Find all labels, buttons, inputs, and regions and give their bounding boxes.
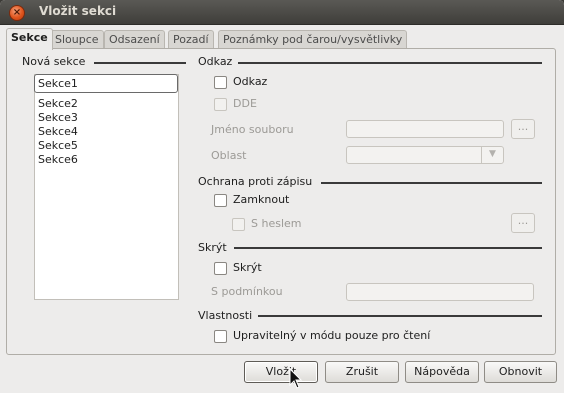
tab-odsazeni[interactable]: Odsazení — [104, 30, 165, 49]
dde-checkbox — [214, 98, 227, 111]
area-label: Oblast — [211, 149, 247, 162]
tab-pozadi[interactable]: Pozadí — [168, 30, 214, 49]
lock-checkbox[interactable] — [214, 194, 227, 207]
tab-poznamky[interactable]: Poznámky pod čarou/vysvětlivky — [218, 30, 408, 49]
list-item[interactable]: Sekce5 — [38, 139, 78, 153]
properties-divider — [258, 315, 542, 317]
mouse-cursor-icon — [289, 368, 303, 389]
password-button: ... — [511, 213, 535, 233]
condition-label: S podmínkou — [211, 285, 283, 298]
protection-group-title: Ochrana proti zápisu — [198, 175, 313, 188]
editable-readonly-checkbox[interactable] — [214, 330, 227, 343]
list-item[interactable]: Sekce4 — [38, 125, 78, 139]
cancel-button[interactable]: Zrušit — [325, 361, 399, 383]
editable-readonly-label: Upravitelný v módu pouze pro čtení — [233, 329, 431, 342]
hide-checkbox[interactable] — [214, 262, 227, 275]
hide-divider — [234, 247, 542, 249]
filename-label: Jméno souboru — [211, 123, 294, 136]
hide-group-title: Skrýt — [198, 241, 227, 254]
hide-checkbox-label: Skrýt — [233, 261, 262, 274]
reset-button[interactable]: Obnovit — [484, 361, 557, 383]
tab-sekce[interactable]: Sekce — [6, 28, 53, 50]
help-button[interactable]: Nápověda — [405, 361, 479, 383]
chevron-down-icon: ▼ — [481, 146, 503, 164]
link-group-title: Odkaz — [198, 55, 233, 68]
section-name-input[interactable]: Sekce1 — [34, 74, 178, 93]
password-checkbox — [232, 218, 245, 231]
tab-sloupce[interactable]: Sloupce — [50, 30, 104, 49]
filename-browse-button: ... — [511, 119, 535, 139]
list-item[interactable]: Sekce6 — [38, 153, 78, 167]
condition-field — [346, 283, 534, 301]
link-checkbox[interactable] — [214, 76, 227, 89]
link-checkbox-label: Odkaz — [233, 75, 268, 88]
protection-divider — [321, 182, 542, 184]
lock-checkbox-label: Zamknout — [233, 193, 290, 206]
list-item[interactable]: Sekce3 — [38, 111, 78, 125]
link-divider — [238, 62, 542, 64]
insert-section-dialog: × Vložit sekci Sekce Sloupce Odsazení Po… — [0, 0, 564, 393]
close-icon[interactable]: × — [9, 5, 25, 21]
new-section-divider — [94, 62, 186, 64]
properties-group-title: Vlastnosti — [198, 309, 253, 322]
title-bar: × Vložit sekci — [0, 0, 564, 25]
insert-button[interactable]: Vložit — [244, 361, 318, 383]
dialog-title: Vložit sekci — [39, 4, 117, 18]
dde-checkbox-label: DDE — [233, 97, 257, 110]
password-checkbox-label: S heslem — [251, 217, 302, 230]
filename-field — [346, 120, 504, 138]
list-item[interactable]: Sekce2 — [38, 97, 78, 111]
new-section-title: Nová sekce — [22, 55, 86, 68]
